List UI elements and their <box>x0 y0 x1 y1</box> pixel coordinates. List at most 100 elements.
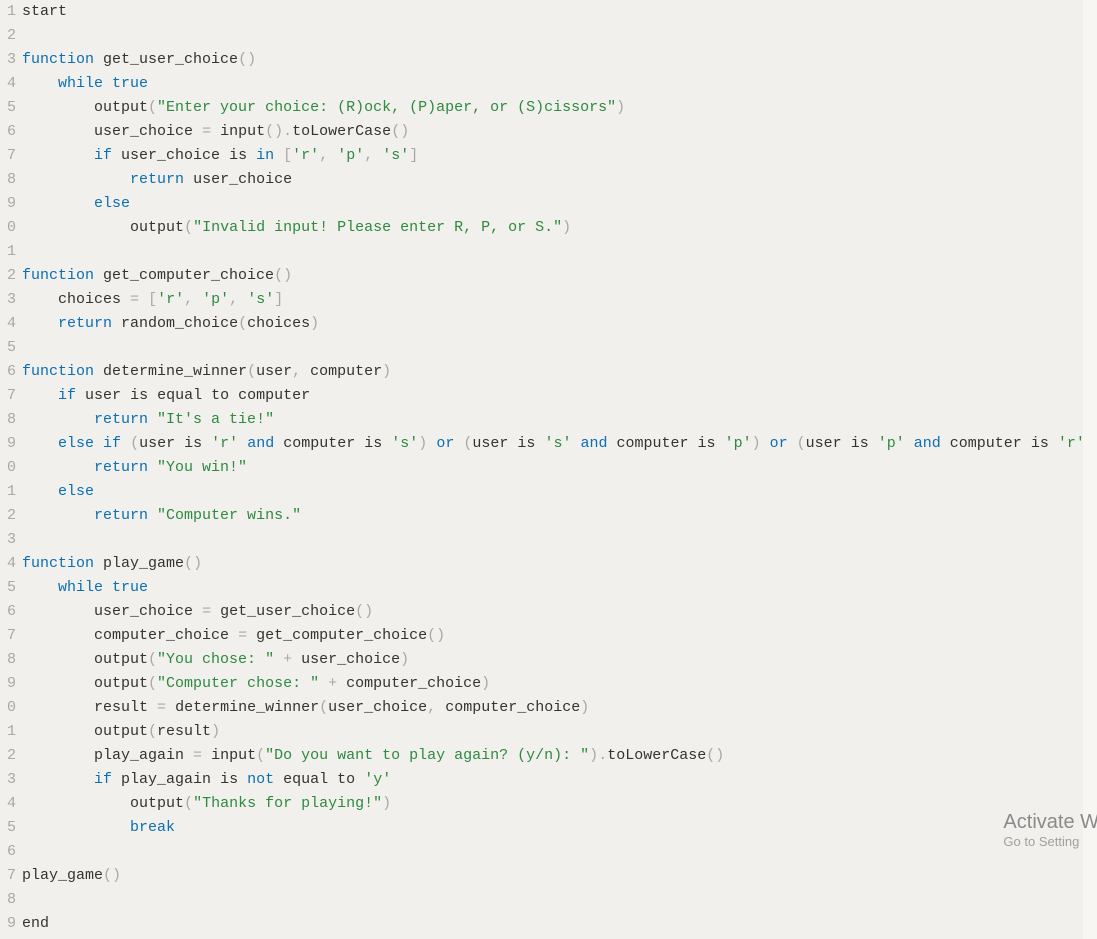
code-line[interactable]: play_again = input("Do you want to play … <box>22 744 1097 768</box>
token-ident: user_choice <box>328 699 427 716</box>
code-line[interactable]: choices = ['r', 'p', 's'] <box>22 288 1097 312</box>
token-punc: ( <box>274 267 283 284</box>
code-line[interactable]: return user_choice <box>22 168 1097 192</box>
token-sp <box>148 411 157 428</box>
code-line[interactable]: function get_user_choice() <box>22 48 1097 72</box>
token-ident: is <box>184 435 202 452</box>
vertical-scrollbar[interactable] <box>1083 0 1097 939</box>
code-line[interactable] <box>22 888 1097 912</box>
code-line[interactable]: else if (user is 'r' and computer is 's'… <box>22 432 1097 456</box>
code-line[interactable]: else <box>22 192 1097 216</box>
token-str: "You chose: " <box>157 651 274 668</box>
line-number: 2 <box>0 744 16 768</box>
code-line[interactable]: output(result) <box>22 720 1097 744</box>
code-line[interactable]: return "It's a tie!" <box>22 408 1097 432</box>
token-sp <box>148 507 157 524</box>
code-area[interactable]: start function get_user_choice() while tr… <box>22 0 1097 939</box>
token-sp <box>761 435 770 452</box>
code-line[interactable] <box>22 528 1097 552</box>
token-punc: ( <box>265 123 274 140</box>
code-line[interactable]: break <box>22 816 1097 840</box>
code-line[interactable] <box>22 840 1097 864</box>
scrollbar-thumb[interactable] <box>1085 505 1095 535</box>
token-sp <box>274 651 283 668</box>
token-punc: ) <box>400 651 409 668</box>
line-number: 5 <box>0 816 16 840</box>
token-sp <box>184 171 193 188</box>
code-line[interactable]: while true <box>22 72 1097 96</box>
code-line[interactable]: if play_again is not equal to 'y' <box>22 768 1097 792</box>
token-sp <box>319 675 328 692</box>
code-line[interactable]: end <box>22 912 1097 936</box>
token-ident: get_user_choice <box>103 51 238 68</box>
token-punc: ) <box>436 627 445 644</box>
code-line[interactable]: user_choice = input().toLowerCase() <box>22 120 1097 144</box>
token-sp <box>94 51 103 68</box>
token-punc: ) <box>562 219 571 236</box>
code-line[interactable]: function play_game() <box>22 552 1097 576</box>
token-sp <box>121 291 130 308</box>
code-line[interactable]: if user is equal to computer <box>22 384 1097 408</box>
code-line[interactable]: output("You chose: " + user_choice) <box>22 648 1097 672</box>
code-editor[interactable]: 123456789012345678901234567890123456789 … <box>0 0 1097 939</box>
token-sp <box>202 747 211 764</box>
token-ident: toLowerCase <box>292 123 391 140</box>
token-ident: output <box>94 99 148 116</box>
line-number: 5 <box>0 96 16 120</box>
token-ident: user <box>256 363 292 380</box>
token-sp <box>247 147 256 164</box>
code-line[interactable]: output("Computer chose: " + computer_cho… <box>22 672 1097 696</box>
code-line[interactable]: function determine_winner(user, computer… <box>22 360 1097 384</box>
token-sp <box>436 699 445 716</box>
token-sp <box>1049 435 1058 452</box>
token-sp <box>22 747 94 764</box>
code-line[interactable]: user_choice = get_user_choice() <box>22 600 1097 624</box>
code-line[interactable]: function get_computer_choice() <box>22 264 1097 288</box>
code-line[interactable]: return "Computer wins." <box>22 504 1097 528</box>
token-ident: is <box>229 147 247 164</box>
token-sp <box>22 507 94 524</box>
code-line[interactable]: result = determine_winner(user_choice, c… <box>22 696 1097 720</box>
code-line[interactable]: while true <box>22 576 1097 600</box>
token-sp <box>247 627 256 644</box>
code-line[interactable] <box>22 240 1097 264</box>
token-ident: random_choice <box>121 315 238 332</box>
line-number: 2 <box>0 504 16 528</box>
line-number: 7 <box>0 384 16 408</box>
token-sp <box>184 747 193 764</box>
token-kw: else <box>58 435 94 452</box>
code-line[interactable]: return random_choice(choices) <box>22 312 1097 336</box>
token-sp <box>94 267 103 284</box>
code-line[interactable] <box>22 336 1097 360</box>
token-ident: output <box>94 723 148 740</box>
token-ident: computer <box>950 435 1022 452</box>
code-line[interactable]: output("Thanks for playing!") <box>22 792 1097 816</box>
token-ident: get_computer_choice <box>256 627 427 644</box>
token-punc: ( <box>427 627 436 644</box>
code-line[interactable]: start <box>22 0 1097 24</box>
token-punc: = <box>157 699 166 716</box>
code-line[interactable]: else <box>22 480 1097 504</box>
token-sp <box>274 147 283 164</box>
code-line[interactable]: computer_choice = get_computer_choice() <box>22 624 1097 648</box>
code-line[interactable]: play_game() <box>22 864 1097 888</box>
token-kw: or <box>436 435 454 452</box>
code-line[interactable]: output("Enter your choice: (R)ock, (P)ap… <box>22 96 1097 120</box>
token-sp <box>1022 435 1031 452</box>
token-punc: , <box>229 291 238 308</box>
code-line[interactable] <box>22 24 1097 48</box>
code-line[interactable]: if user_choice is in ['r', 'p', 's'] <box>22 144 1097 168</box>
code-line[interactable]: return "You win!" <box>22 456 1097 480</box>
token-ident: computer_choice <box>445 699 580 716</box>
token-sp <box>454 435 463 452</box>
token-sp <box>22 387 58 404</box>
token-ident: output <box>94 675 148 692</box>
token-ident: choices <box>58 291 121 308</box>
token-punc: ( <box>130 435 139 452</box>
line-number: 3 <box>0 288 16 312</box>
token-sp <box>355 435 364 452</box>
token-ident: to <box>211 387 229 404</box>
token-kw: and <box>914 435 941 452</box>
token-ident: user_choice <box>193 171 292 188</box>
code-line[interactable]: output("Invalid input! Please enter R, P… <box>22 216 1097 240</box>
